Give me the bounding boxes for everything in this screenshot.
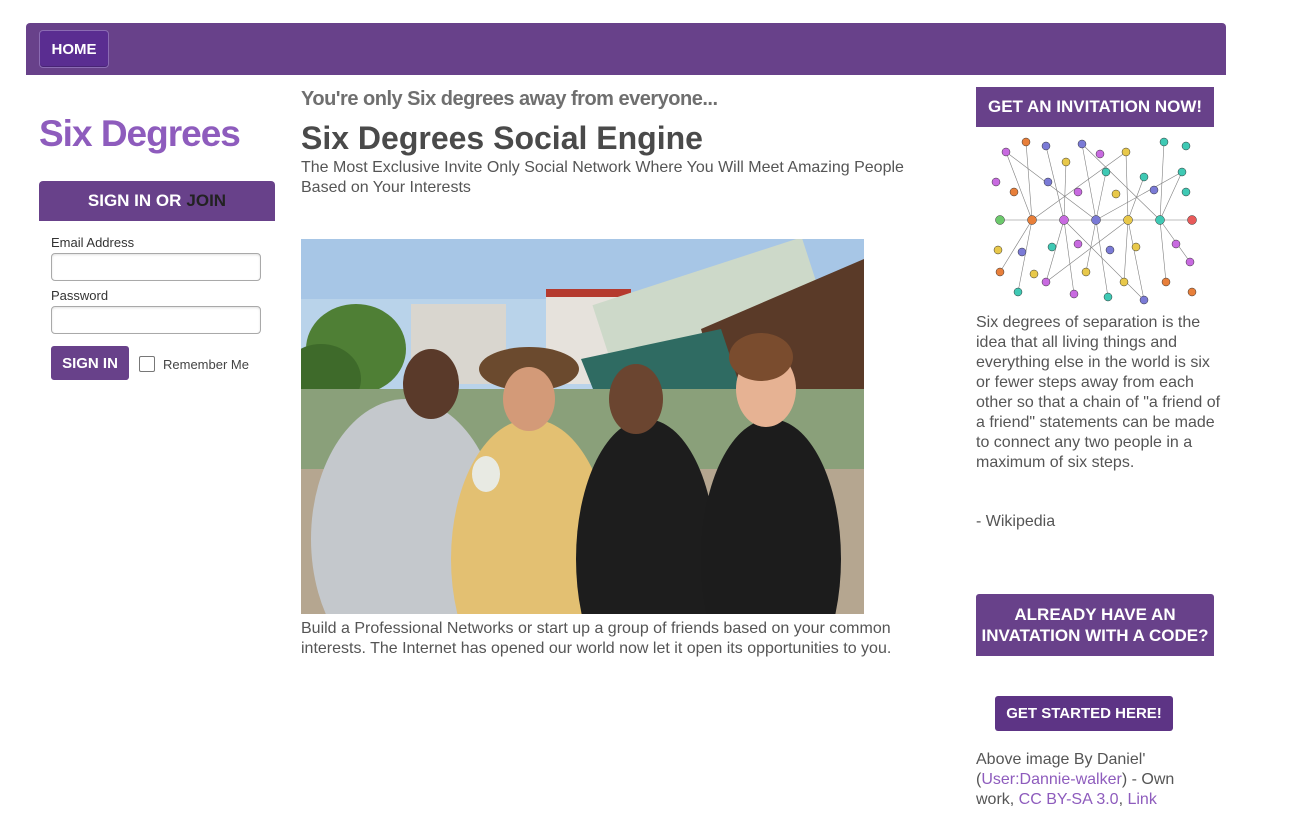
author-user-link[interactable]: User:Dannie-walker [981, 771, 1122, 788]
signin-button[interactable]: SIGN IN [51, 346, 129, 380]
signin-heading: SIGN IN OR JOIN [39, 181, 275, 221]
email-field[interactable] [51, 253, 261, 281]
remember-me-label: Remember Me [163, 356, 249, 372]
page-title: Six Degrees Social Engine [301, 120, 703, 156]
intro-paragraph: Build a Professional Networks or start u… [301, 620, 892, 657]
site-logo-text[interactable]: Six Degrees [39, 113, 241, 155]
wikipedia-attribution: - Wikipedia [976, 513, 1056, 530]
source-link[interactable]: Link [1127, 791, 1156, 808]
six-degrees-network-diagram [986, 132, 1206, 308]
six-degrees-description: Six degrees of separation is the idea th… [976, 314, 1221, 471]
get-invitation-heading[interactable]: GET AN INVITATION NOW! [976, 87, 1214, 127]
get-started-button[interactable]: GET STARTED HERE! [995, 696, 1173, 731]
email-label: Email Address [51, 235, 135, 250]
page-subtitle: The Most Exclusive Invite Only Social Ne… [301, 159, 904, 196]
image-credit: Above image By Daniel' (User:Dannie-walk… [976, 750, 1216, 810]
friends-group-photo [301, 239, 864, 614]
join-link[interactable]: JOIN [186, 191, 226, 211]
signin-heading-text: SIGN IN OR [87, 191, 182, 210]
remember-me[interactable]: Remember Me [139, 356, 249, 372]
remember-me-checkbox[interactable] [139, 356, 155, 372]
password-field[interactable] [51, 306, 261, 334]
have-invitation-code-heading: ALREADY HAVE AN INVATATION WITH A CODE? [976, 594, 1214, 656]
password-label: Password [51, 288, 109, 303]
license-link[interactable]: CC BY-SA 3.0 [1019, 791, 1119, 808]
home-button[interactable]: HOME [39, 30, 109, 68]
tagline: You're only Six degrees away from everyo… [301, 88, 718, 110]
top-nav-bar: HOME [26, 23, 1226, 75]
